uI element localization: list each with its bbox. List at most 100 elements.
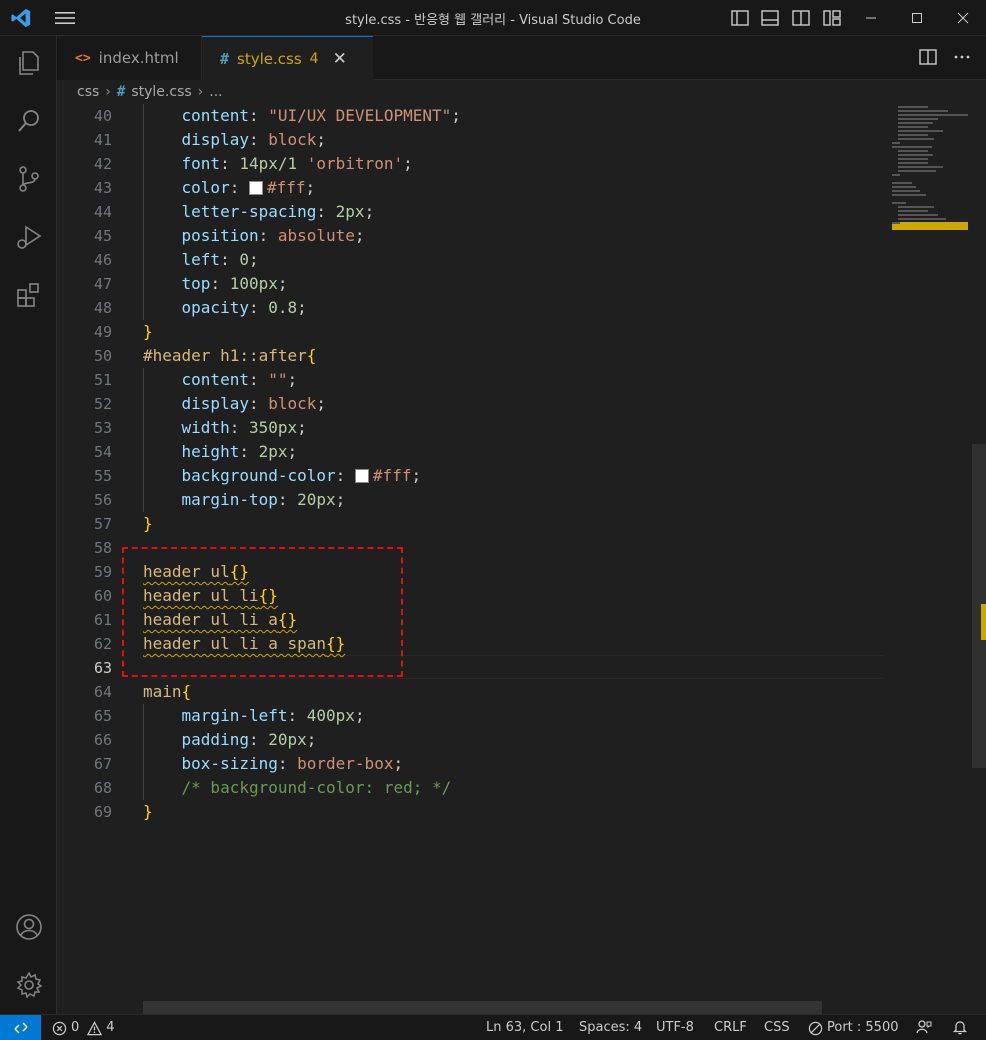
color-swatch[interactable] bbox=[354, 469, 369, 483]
minimap-line bbox=[898, 214, 938, 216]
css-file-icon: # bbox=[116, 84, 126, 100]
minimap-line bbox=[892, 194, 926, 196]
line-number: 65 bbox=[93, 707, 112, 725]
minimap-line bbox=[898, 166, 943, 168]
minimap-line bbox=[898, 154, 933, 156]
problems-indicator[interactable]: 0 4 bbox=[52, 1019, 115, 1037]
html-file-icon: <> bbox=[75, 50, 91, 66]
tab-style-css[interactable]: # style.css 4 ✕ bbox=[202, 36, 373, 81]
line-number: 67 bbox=[93, 755, 112, 773]
settings-gear-icon[interactable] bbox=[14, 970, 44, 1000]
account-icon[interactable] bbox=[14, 912, 44, 942]
port-label: Port : 5500 bbox=[827, 1020, 899, 1035]
code-line-52: display: block; bbox=[181, 394, 327, 413]
line-number: 50 bbox=[93, 347, 112, 365]
error-icon bbox=[52, 1021, 67, 1035]
line-number: 64 bbox=[93, 683, 112, 701]
live-server-port[interactable]: Port : 5500 bbox=[808, 1019, 899, 1037]
line-number: 57 bbox=[93, 515, 112, 533]
minimap-line bbox=[892, 190, 920, 192]
line-number: 56 bbox=[93, 491, 112, 509]
source-control-icon[interactable] bbox=[14, 164, 44, 194]
line-number: 58 bbox=[93, 539, 112, 557]
code-line-55: background-color: #fff; bbox=[181, 466, 422, 485]
chevron-right-icon: › bbox=[105, 84, 111, 100]
line-number: 43 bbox=[93, 179, 112, 197]
remote-icon bbox=[13, 1022, 28, 1034]
encoding-setting[interactable]: UTF-8 bbox=[656, 1019, 694, 1037]
color-swatch[interactable] bbox=[248, 181, 263, 195]
breadcrumb-file[interactable]: style.css bbox=[131, 84, 191, 100]
status-bar: 0 4 Ln 63, Col 1 Spaces: 4 UTF-8 CRLF CS… bbox=[0, 1014, 986, 1040]
minimap-line bbox=[898, 158, 928, 160]
search-icon[interactable] bbox=[14, 106, 44, 136]
notifications-bell-icon[interactable] bbox=[952, 1019, 968, 1035]
minimap-line bbox=[898, 138, 934, 140]
indentation-setting[interactable]: Spaces: 4 bbox=[579, 1019, 642, 1037]
minimap-line bbox=[898, 150, 928, 152]
line-number: 51 bbox=[93, 371, 112, 389]
line-number: 66 bbox=[93, 731, 112, 749]
close-tab-icon[interactable]: ✕ bbox=[333, 49, 347, 69]
line-number: 62 bbox=[93, 635, 112, 653]
line-number: 48 bbox=[93, 299, 112, 317]
code-line-44: letter-spacing: 2px; bbox=[181, 202, 375, 221]
minimap-line bbox=[898, 206, 934, 208]
feedback-icon[interactable] bbox=[916, 1019, 932, 1035]
minimap-line bbox=[898, 106, 928, 108]
breadcrumb-symbol[interactable]: ... bbox=[209, 84, 222, 100]
maximize-button[interactable] bbox=[894, 0, 940, 36]
code-line-68: /* background-color: red; */ bbox=[181, 778, 452, 797]
code-editor[interactable]: 40 41 42 43 44 45 46 47 48 49 50 51 52 53 54 55 56 57 58 59… bbox=[57, 104, 986, 1014]
line-number: 47 bbox=[93, 275, 112, 293]
tab-label: index.html bbox=[98, 49, 179, 67]
minimap-line bbox=[898, 110, 948, 112]
scrollbar-warning-marker bbox=[981, 604, 986, 640]
line-number: 59 bbox=[93, 563, 112, 581]
breadcrumb: css › # style.css › ... bbox=[57, 80, 986, 104]
minimap-line bbox=[892, 174, 900, 176]
code-line-49: } bbox=[143, 322, 153, 341]
code-line-42: font: 14px/1 'orbitron'; bbox=[181, 154, 413, 173]
more-actions-icon[interactable] bbox=[952, 47, 972, 67]
eol-setting[interactable]: CRLF bbox=[714, 1019, 747, 1037]
minimize-button[interactable] bbox=[848, 0, 894, 36]
line-number: 52 bbox=[93, 395, 112, 413]
split-editor-icon[interactable] bbox=[918, 47, 938, 67]
minimap-line bbox=[898, 218, 946, 220]
run-debug-icon[interactable] bbox=[14, 222, 44, 252]
tab-index-html[interactable]: <> index.html bbox=[57, 36, 202, 80]
line-number: 40 bbox=[93, 107, 112, 125]
cursor-position[interactable]: Ln 63, Col 1 bbox=[486, 1019, 563, 1037]
minimap-line bbox=[898, 210, 928, 212]
close-window-button[interactable] bbox=[940, 0, 986, 36]
line-number: 49 bbox=[93, 323, 112, 341]
minimap-line bbox=[892, 182, 912, 184]
line-number: 44 bbox=[93, 203, 112, 221]
minimap-line bbox=[892, 186, 916, 188]
line-number: 63 bbox=[93, 659, 112, 677]
customize-layout-icon[interactable] bbox=[822, 8, 842, 28]
toggle-primary-sidebar-icon[interactable] bbox=[730, 8, 750, 28]
code-line-65: margin-left: 400px; bbox=[181, 706, 365, 725]
activity-bar bbox=[0, 36, 57, 1014]
toggle-panel-icon[interactable] bbox=[760, 8, 780, 28]
close-icon bbox=[957, 12, 969, 24]
toggle-secondary-sidebar-icon[interactable] bbox=[791, 8, 811, 28]
minimap-line bbox=[898, 114, 968, 116]
code-line-43: color: #fff; bbox=[181, 178, 316, 197]
line-number: 45 bbox=[93, 227, 112, 245]
minimap[interactable] bbox=[884, 104, 986, 1014]
minimap-line bbox=[898, 170, 936, 172]
breadcrumb-folder[interactable]: css bbox=[77, 84, 99, 100]
code-line-69: } bbox=[143, 802, 153, 821]
horizontal-scrollbar[interactable] bbox=[143, 1001, 822, 1014]
maximize-icon bbox=[912, 13, 922, 23]
extensions-icon[interactable] bbox=[14, 280, 44, 310]
language-mode[interactable]: CSS bbox=[764, 1019, 790, 1037]
minimap-line bbox=[898, 122, 933, 124]
explorer-icon[interactable] bbox=[14, 48, 44, 78]
code-line-47: top: 100px; bbox=[181, 274, 288, 293]
minimap-line bbox=[892, 142, 900, 144]
remote-indicator-button[interactable] bbox=[0, 1015, 41, 1040]
